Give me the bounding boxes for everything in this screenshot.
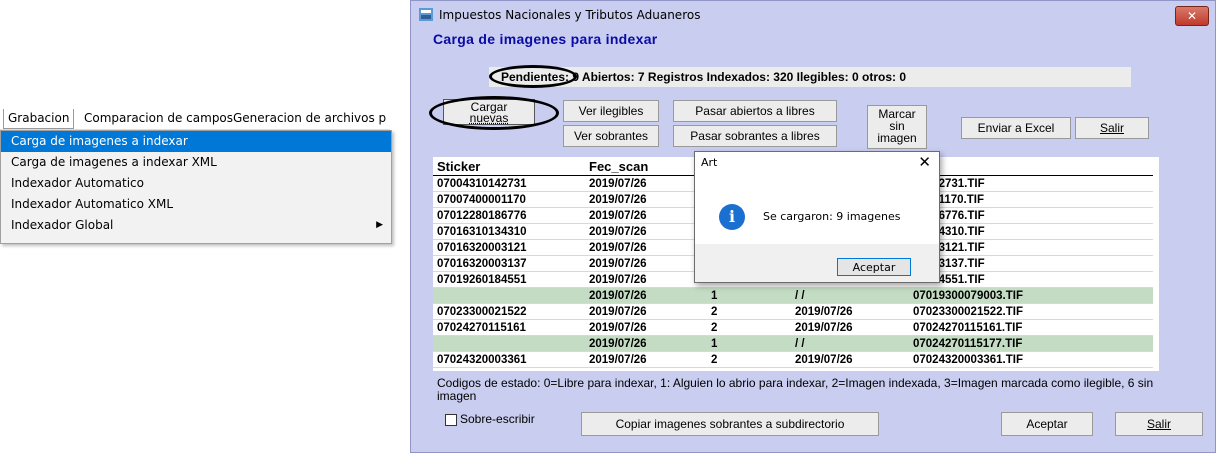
table-cell: 60184551.TIF <box>909 271 1153 288</box>
ver-ilegibles-button[interactable]: Ver ilegibles <box>563 100 659 122</box>
message-dialog: Art ✕ i Se cargaron: 9 imagenes Aceptar <box>694 151 940 283</box>
copiar-sobrantes-button[interactable]: Copiar imagenes sobrantes a subdirectori… <box>581 412 879 436</box>
table-row[interactable]: 2019/07/26 1/ /07024270115177.TIF <box>433 335 1153 352</box>
close-button[interactable]: ✕ <box>1175 6 1209 26</box>
marcar-sin-imagen-button[interactable]: Marcar sin imagen <box>867 105 927 149</box>
dialog-ok-button[interactable]: Aceptar <box>837 258 911 276</box>
table-cell: 2019/07/26 <box>791 319 909 336</box>
table-cell: 10142731.TIF <box>909 175 1153 192</box>
col-sticker[interactable]: Sticker <box>433 157 585 176</box>
info-icon: i <box>719 204 745 230</box>
table-cell: 2019/07/26 <box>585 255 707 272</box>
table-cell <box>433 335 585 352</box>
submenu-arrow-icon: ▶ <box>376 220 383 230</box>
table-cell: 07024270115161 <box>433 319 585 336</box>
table-cell: 2019/07/26 <box>585 175 707 192</box>
menu-grabacion[interactable]: Grabacion <box>3 109 75 129</box>
menu-comparacion-de-campos[interactable]: Comparacion de campos <box>80 109 237 128</box>
table-cell: 07024270115161.TIF <box>909 319 1153 336</box>
table-cell: / / <box>791 287 909 304</box>
table-cell: 07023300021522 <box>433 303 585 320</box>
menu-item-carga-imagenes[interactable]: Carga de imagenes a indexar <box>1 131 391 152</box>
pasar-sobrantes-button[interactable]: Pasar sobrantes a libres <box>673 125 837 147</box>
dialog-message: Se cargaron: 9 imagenes <box>763 210 901 223</box>
table-cell: 80186776.TIF <box>909 207 1153 224</box>
table-cell: 2019/07/26 <box>585 223 707 240</box>
table-row[interactable]: 2019/07/26 1/ /07019300079003.TIF <box>433 287 1153 304</box>
table-cell: 1 <box>707 335 791 352</box>
menu-generacion-de-archivos[interactable]: Generacion de archivos p <box>229 109 390 128</box>
sobre-escribir-label: Sobre-escribir <box>460 412 535 426</box>
menu-bar: Grabacion Comparacion de campos Generaci… <box>0 109 390 130</box>
page-title: Carga de imagenes para indexar <box>433 31 658 47</box>
table-cell: 1 <box>707 287 791 304</box>
table-cell: 2019/07/26 <box>585 207 707 224</box>
col-fec-scan[interactable]: Fec_scan <box>585 157 707 176</box>
table-row[interactable]: 07023300021522 2019/07/26 2 2019/07/26 07023… <box>433 303 1153 320</box>
table-cell: 2 <box>707 303 791 320</box>
table-cell: 07007400001170 <box>433 191 585 208</box>
aceptar-button[interactable]: Aceptar <box>1001 412 1093 436</box>
table-cell: 2019/07/26 <box>585 191 707 208</box>
table-cell: 07024320003361.TIF <box>909 351 1153 368</box>
table-cell: 07024320003361 <box>433 351 585 368</box>
highlight-ellipse-pendientes <box>489 65 577 88</box>
status-codes-legend: Codigos de estado: 0=Libre para indexar,… <box>437 376 1154 403</box>
table-cell: 07019300079003.TIF <box>909 287 1153 304</box>
table-row[interactable]: 07024270115161 2019/07/26 2 2019/07/26 07024… <box>433 319 1153 336</box>
table-cell: 07004310142731 <box>433 175 585 192</box>
app-icon <box>419 8 433 21</box>
highlight-ellipse-cargar <box>429 96 559 130</box>
grabacion-dropdown: Carga de imagenes a indexar Carga de ima… <box>0 130 392 244</box>
salir-button[interactable]: Salir <box>1115 412 1203 436</box>
menu-item-indexador-automatico-xml[interactable]: Indexador Automatico XML <box>1 194 391 215</box>
table-cell <box>433 287 585 304</box>
table-cell: 2019/07/26 <box>585 239 707 256</box>
table-cell: 20003121.TIF <box>909 239 1153 256</box>
menu-item-indexador-automatico[interactable]: Indexador Automatico <box>1 173 391 194</box>
menu-item-indexador-global[interactable]: Indexador Global ▶ <box>1 215 391 236</box>
table-cell: 07019260184551 <box>433 271 585 288</box>
table-row[interactable]: 07024320003361 2019/07/26 2 2019/07/26 07024… <box>433 351 1153 368</box>
table-cell: 07023300021522.TIF <box>909 303 1153 320</box>
table-cell: 2 <box>707 351 791 368</box>
enviar-excel-button[interactable]: Enviar a Excel <box>961 117 1071 139</box>
table-cell: 07016320003121 <box>433 239 585 256</box>
menu-item-label: Indexador Global <box>11 218 114 232</box>
table-cell: 07016320003137 <box>433 255 585 272</box>
status-summary: Pendientes: 9 Abiertos: 7 Registros Inde… <box>489 67 1131 87</box>
table-cell: 2 <box>707 319 791 336</box>
dialog-close-icon[interactable]: ✕ <box>918 153 931 171</box>
table-cell: 2019/07/26 <box>585 335 707 352</box>
window-title: Impuestos Nacionales y Tributos Aduanero… <box>439 8 701 22</box>
ver-sobrantes-button[interactable]: Ver sobrantes <box>563 125 659 147</box>
table-cell: 2019/07/26 <box>585 303 707 320</box>
table-cell: 2019/07/26 <box>585 287 707 304</box>
menu-item-carga-imagenes-xml[interactable]: Carga de imagenes a indexar XML <box>1 152 391 173</box>
table-cell: 07012280186776 <box>433 207 585 224</box>
pasar-abiertos-button[interactable]: Pasar abiertos a libres <box>673 100 837 122</box>
table-cell: 2019/07/26 <box>791 351 909 368</box>
table-cell: 2019/07/26 <box>585 351 707 368</box>
sobre-escribir-checkbox[interactable] <box>445 414 457 426</box>
col-imagen[interactable]: n <box>909 157 1153 176</box>
table-cell: 2019/07/26 <box>791 303 909 320</box>
table-cell: 00001170.TIF <box>909 191 1153 208</box>
table-cell: / / <box>791 335 909 352</box>
table-cell: 2019/07/26 <box>585 271 707 288</box>
table-cell: 10134310.TIF <box>909 223 1153 240</box>
marcar-label-3: imagen <box>877 131 917 145</box>
table-cell: 07024270115177.TIF <box>909 335 1153 352</box>
title-bar: Impuestos Nacionales y Tributos Aduanero… <box>411 1 1215 29</box>
table-cell: 20003137.TIF <box>909 255 1153 272</box>
table-cell: 2019/07/26 <box>585 319 707 336</box>
table-cell: 07016310134310 <box>433 223 585 240</box>
dialog-title: Art <box>701 156 718 169</box>
salir-top-button[interactable]: Salir <box>1075 117 1149 139</box>
